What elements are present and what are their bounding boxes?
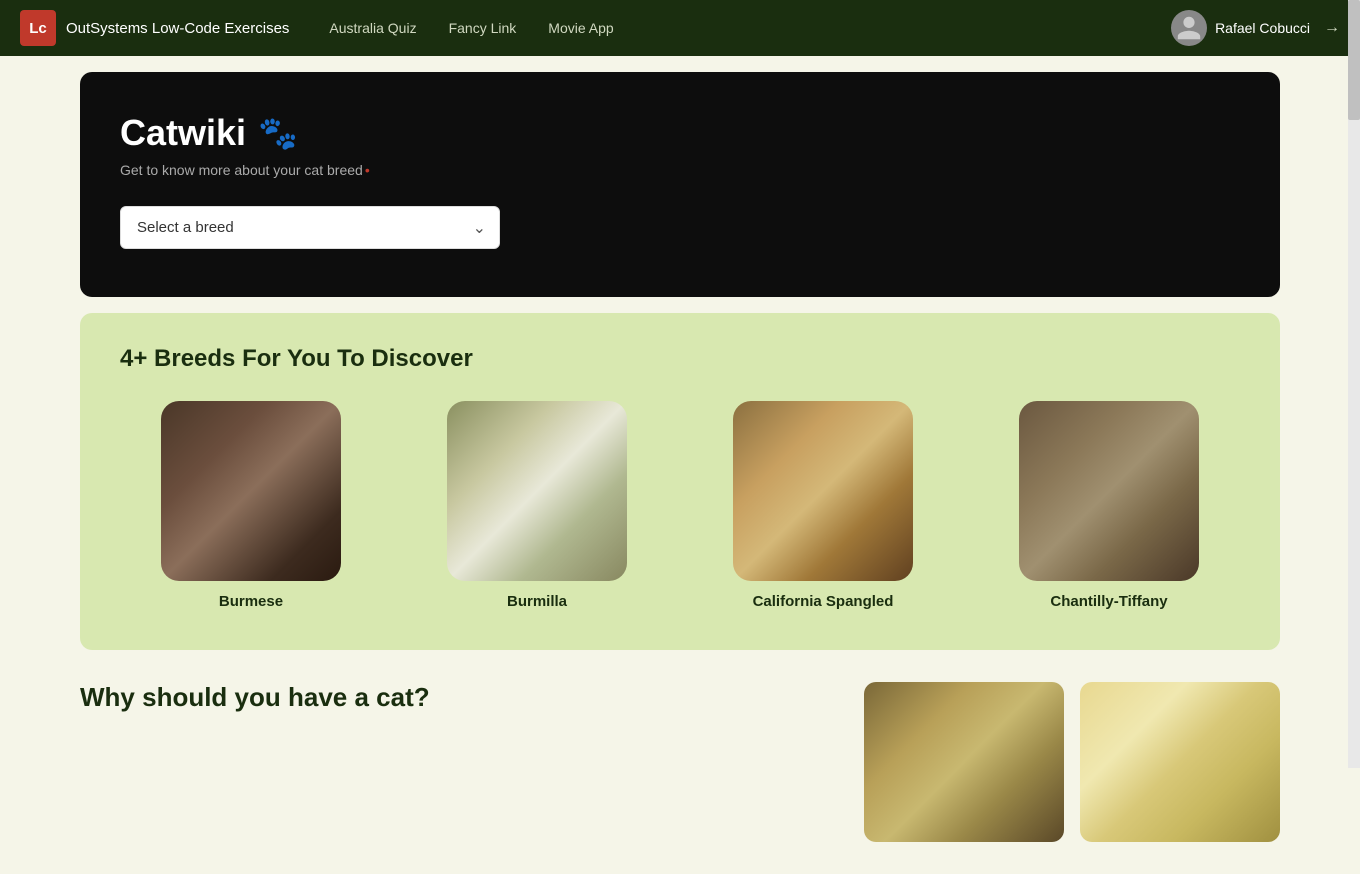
required-marker: • bbox=[365, 162, 370, 178]
breed-select[interactable]: Select a breed Burmese Burmilla Californ… bbox=[120, 206, 500, 249]
breed-name-burmese: Burmese bbox=[219, 593, 283, 610]
nav-app-title: OutSystems Low-Code Exercises bbox=[66, 20, 289, 37]
breed-card-california[interactable]: California Spangled bbox=[692, 401, 954, 610]
paw-icon: 🐾 bbox=[258, 114, 298, 152]
breed-name-chantilly: Chantilly-Tiffany bbox=[1050, 593, 1167, 610]
navbar: Lc OutSystems Low-Code Exercises Austral… bbox=[0, 0, 1360, 56]
scrollbar-thumb[interactable] bbox=[1348, 0, 1360, 120]
why-image-2 bbox=[1080, 682, 1280, 842]
breed-image-burmilla bbox=[447, 401, 627, 581]
breeds-section: 4+ Breeds For You To Discover Burmese Bu… bbox=[80, 313, 1280, 650]
breed-image-california bbox=[733, 401, 913, 581]
why-images bbox=[864, 682, 1280, 842]
nav-link-movie-app[interactable]: Movie App bbox=[548, 20, 613, 36]
breed-name-california: California Spangled bbox=[753, 593, 894, 610]
username: Rafael Cobucci bbox=[1215, 20, 1310, 36]
logout-button[interactable]: → bbox=[1324, 19, 1340, 37]
why-image-1 bbox=[864, 682, 1064, 842]
why-text: Why should you have a cat? bbox=[80, 682, 832, 729]
nav-link-fancy-link[interactable]: Fancy Link bbox=[449, 20, 517, 36]
hero-title: Catwiki 🐾 bbox=[120, 112, 1240, 154]
breed-card-burmese[interactable]: Burmese bbox=[120, 401, 382, 610]
why-heading: Why should you have a cat? bbox=[80, 682, 832, 713]
breed-name-burmilla: Burmilla bbox=[507, 593, 567, 610]
nav-links: Australia Quiz Fancy Link Movie App bbox=[329, 20, 1171, 36]
breed-card-burmilla[interactable]: Burmilla bbox=[406, 401, 668, 610]
catwiki-title-text: Catwiki bbox=[120, 112, 246, 154]
avatar bbox=[1171, 10, 1207, 46]
nav-link-australia-quiz[interactable]: Australia Quiz bbox=[329, 20, 416, 36]
scrollbar[interactable] bbox=[1348, 0, 1360, 768]
breed-image-burmese bbox=[161, 401, 341, 581]
hero-section: Catwiki 🐾 Get to know more about your ca… bbox=[80, 72, 1280, 297]
user-icon bbox=[1175, 14, 1203, 42]
nav-logo: Lc bbox=[20, 10, 56, 46]
breed-image-chantilly bbox=[1019, 401, 1199, 581]
breed-card-chantilly[interactable]: Chantilly-Tiffany bbox=[978, 401, 1240, 610]
why-section: Why should you have a cat? bbox=[80, 682, 1280, 842]
breeds-heading: 4+ Breeds For You To Discover bbox=[120, 345, 1240, 373]
breeds-grid: Burmese Burmilla California Spangled Cha… bbox=[120, 401, 1240, 610]
breed-select-wrapper: Select a breed Burmese Burmilla Californ… bbox=[120, 206, 500, 249]
nav-user: Rafael Cobucci → bbox=[1171, 10, 1340, 46]
hero-subtitle: Get to know more about your cat breed• bbox=[120, 162, 1240, 178]
